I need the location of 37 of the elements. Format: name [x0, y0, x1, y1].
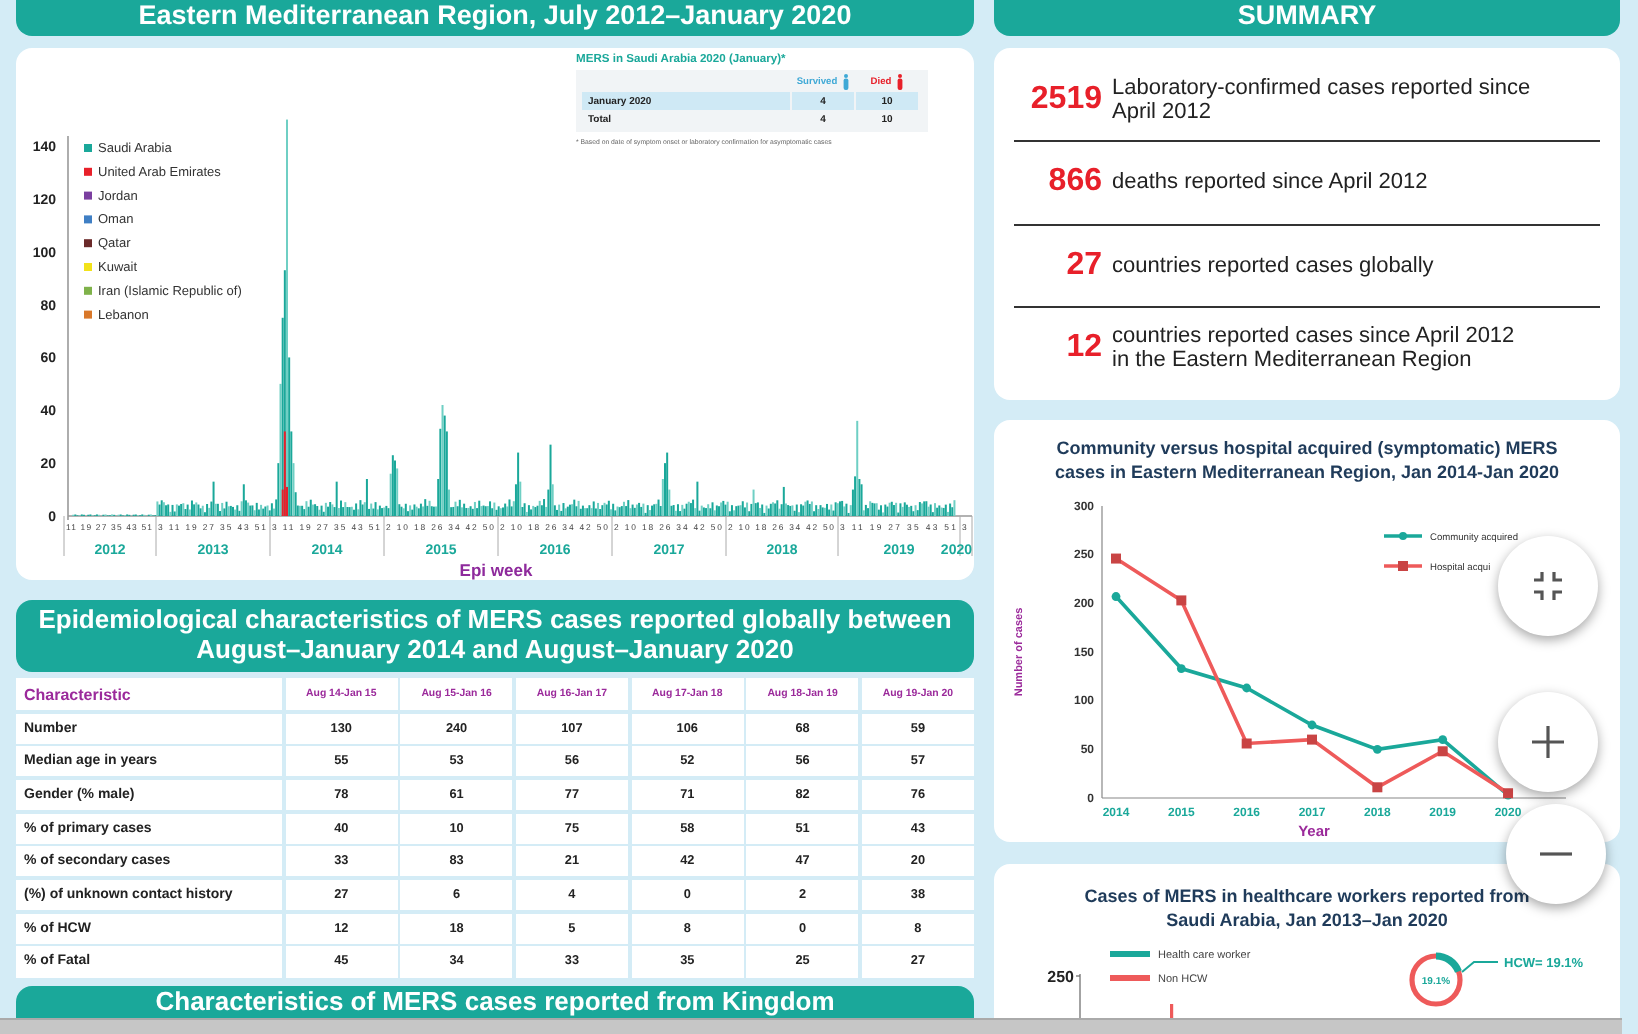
data-point [1242, 683, 1252, 693]
data-point [1503, 788, 1514, 799]
stat-number: 12 [1064, 329, 1102, 366]
data-point [1372, 782, 1383, 793]
section-header: SUMMARY [994, 0, 1620, 36]
section-header: Epidemiological characteristics of MERS cases reported globally between August–January 2014 and August–January 2020 [16, 600, 974, 672]
stat-description: Laboratory-confirmed cases reported since April 2012 [1112, 76, 1533, 125]
legend-line [1384, 561, 1422, 571]
data-point [1176, 595, 1187, 606]
person-icon [895, 74, 904, 90]
stat-description: countries reported cases since April 2012 in the Eastern Mediterranean Region [1112, 323, 1517, 372]
data-point [1111, 553, 1121, 564]
data-point [1307, 734, 1317, 745]
chart-title: Cases of MERS in healthcare workers reported from Saudi Arabia, Jan 2013–Jan 2020 [1082, 884, 1532, 934]
column-header: Characteristic [16, 678, 282, 710]
stat-description: countries reported cases globally [1112, 253, 1436, 278]
donut-chart [1408, 952, 1464, 1008]
minus-icon [1540, 852, 1572, 856]
axis-title: Epi week [459, 560, 533, 580]
axis-tick-label: 250 [1047, 968, 1074, 986]
data-point [1111, 592, 1121, 601]
data-point [1307, 720, 1317, 730]
person-icon [841, 74, 850, 90]
stat-description: deaths reported since April 2012 [1112, 170, 1430, 195]
horizontal-scrollbar[interactable] [0, 1018, 1622, 1034]
section-header: Eastern Mediterranean Region, July 2012–January 2020 [16, 0, 974, 36]
data-point [1176, 664, 1186, 673]
stat-number: 2519 [1028, 82, 1102, 119]
stat-number: 866 [1046, 164, 1102, 201]
data-point [1241, 738, 1252, 749]
leader-line [1461, 961, 1499, 973]
data-point [1372, 744, 1382, 754]
stat-number: 27 [1064, 247, 1102, 284]
chart-title: Community versus hospital acquired (symptomatic) MERS cases in Eastern Mediterranean Region, Jan 2014-Jan 2020 [1052, 436, 1562, 486]
legend-line [1384, 532, 1422, 540]
corners-icon [1534, 572, 1562, 600]
plus-icon [1532, 726, 1564, 758]
